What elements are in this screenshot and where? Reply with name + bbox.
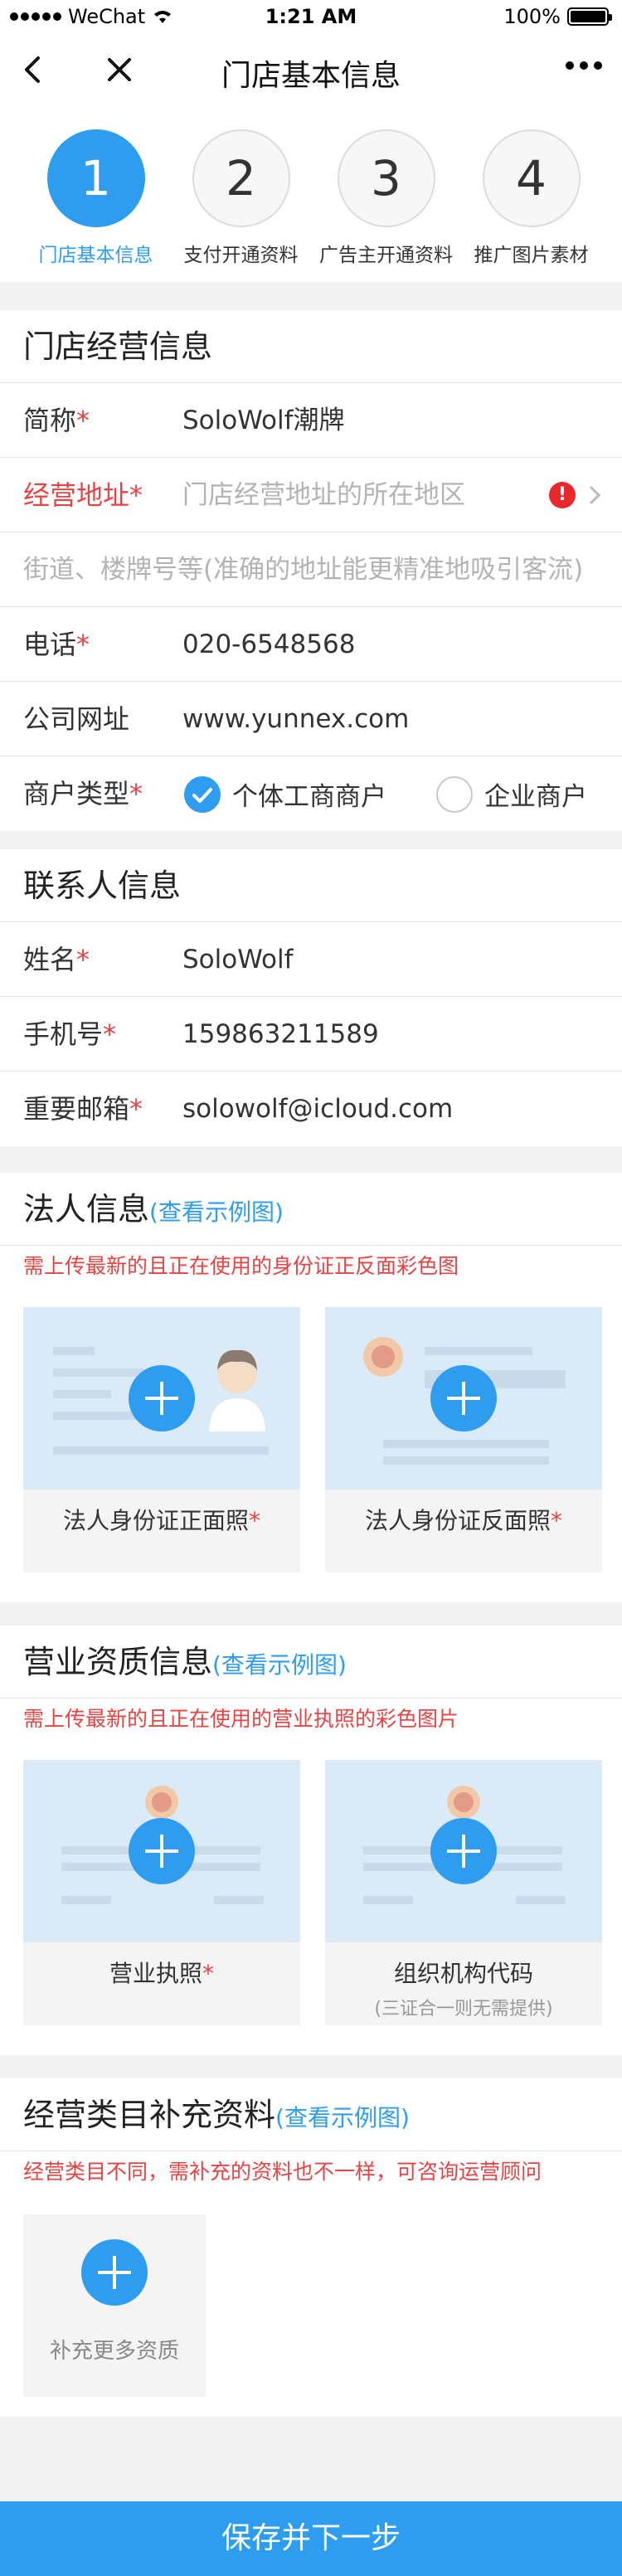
business-license-upload[interactable]: 营业执照* — [23, 1760, 300, 2025]
step-indicator: 1 门店基本信息 2 支付开通资料 3 广告主开通资料 4 推广图片素材 — [0, 106, 622, 282]
step-label: 门店基本信息 — [38, 245, 153, 266]
section-title: 经营类目补充资料(查看示例图) — [0, 2078, 622, 2151]
radio-individual[interactable]: 个体工商商户 — [184, 775, 386, 813]
add-icon[interactable] — [430, 1818, 497, 1884]
id-card-front-placeholder — [23, 1307, 300, 1490]
website-row[interactable]: 公司网址 www.yunnex.com — [0, 682, 622, 756]
license-placeholder — [23, 1760, 300, 1942]
step-1[interactable]: 1 门店基本信息 — [23, 129, 168, 267]
error-icon: ! — [549, 482, 576, 508]
step-label: 广告主开通资料 — [319, 245, 453, 266]
nav-bar: 门店基本信息 — [0, 33, 622, 106]
upload-hint: 需上传最新的且正在使用的身份证正反面彩色图 — [23, 1254, 459, 1278]
category-section: 经营类目补充资料(查看示例图) 经营类目不同，需补充的资料也不一样，可咨询运营顾… — [0, 2078, 622, 2417]
contact-section: 联系人信息 姓名* SoloWolf 手机号* 159863211589 重要邮… — [0, 849, 622, 1146]
store-info-section: 门店经营信息 简称* SoloWolf潮牌 经营地址* 门店经营地址的所在地区 … — [0, 310, 622, 831]
battery-icon — [567, 7, 612, 26]
upload-label: 法人身份证正面照* — [62, 1507, 260, 1534]
radio-checked-icon — [184, 775, 221, 813]
field-label: 电话* — [23, 629, 90, 660]
step-number: 4 — [482, 129, 581, 227]
example-link[interactable]: (查看示例图) — [212, 1651, 347, 1679]
step-3[interactable]: 3 广告主开通资料 — [313, 129, 459, 267]
section-title: 营业资质信息(查看示例图) — [0, 1626, 622, 1699]
upload-label: 营业执照* — [109, 1960, 214, 1987]
add-icon[interactable] — [430, 1365, 497, 1431]
upload-label: 法人身份证反面照* — [364, 1507, 562, 1534]
upload-label: 组织机构代码 (三证合一则无需提供) — [325, 1942, 602, 2025]
example-link[interactable]: (查看示例图) — [275, 2104, 410, 2131]
step-2[interactable]: 2 支付开通资料 — [168, 129, 313, 267]
radio-unchecked-icon — [436, 775, 473, 813]
address-select[interactable]: 门店经营地址的所在地区 — [182, 458, 465, 532]
phone-row[interactable]: 电话* 020-6548568 — [0, 607, 622, 682]
email-input[interactable]: solowolf@icloud.com — [182, 1072, 453, 1146]
legal-person-section: 法人信息(查看示例图) 需上传最新的且正在使用的身份证正反面彩色图 法人身份证正… — [0, 1173, 622, 1602]
emblem-icon — [447, 1786, 480, 1819]
short-name-input[interactable]: SoloWolf潮牌 — [182, 383, 345, 458]
field-label: 经营地址* — [23, 479, 143, 511]
radio-enterprise[interactable]: 企业商户 — [436, 775, 587, 813]
short-name-row[interactable]: 简称* SoloWolf潮牌 — [0, 383, 622, 458]
address-row[interactable]: 经营地址* 门店经营地址的所在地区 ! — [0, 458, 622, 532]
section-title: 门店经营信息 — [0, 310, 622, 383]
id-back-upload[interactable]: 法人身份证反面照* — [325, 1307, 602, 1572]
org-code-upload[interactable]: 组织机构代码 (三证合一则无需提供) — [325, 1760, 602, 2025]
upload-hint: 需上传最新的且正在使用的营业执照的彩色图片 — [23, 1707, 459, 1731]
street-input[interactable]: 街道、楼牌号等(准确的地址能更精准地吸引客流) — [23, 532, 583, 607]
merchant-type-row: 商户类型* 个体工商商户 企业商户 — [0, 756, 622, 831]
save-next-button[interactable]: 保存并下一步 — [0, 2501, 622, 2576]
add-icon[interactable] — [129, 1818, 195, 1884]
page-title: 门店基本信息 — [221, 59, 401, 93]
id-card-back-placeholder — [325, 1307, 602, 1490]
street-row[interactable]: 街道、楼牌号等(准确的地址能更精准地吸引客流) — [0, 532, 622, 607]
field-label: 简称* — [23, 405, 90, 436]
field-label: 公司网址 — [23, 703, 130, 735]
radio-label: 个体工商商户 — [232, 782, 386, 812]
field-label: 手机号* — [23, 1018, 117, 1050]
org-code-note: (三证合一则无需提供) — [374, 1999, 553, 2019]
section-title: 联系人信息 — [0, 849, 622, 922]
add-qualification-label: 补充更多资质 — [49, 2339, 179, 2364]
emblem-icon — [145, 1786, 178, 1819]
step-label: 推广图片素材 — [474, 245, 589, 266]
name-input[interactable]: SoloWolf — [182, 922, 294, 997]
more-icon[interactable] — [566, 61, 602, 70]
upload-hint: 经营类目不同，需补充的资料也不一样，可咨询运营顾问 — [23, 2160, 542, 2184]
add-icon — [81, 2239, 148, 2306]
id-front-upload[interactable]: 法人身份证正面照* — [23, 1307, 300, 1572]
website-input[interactable]: www.yunnex.com — [182, 682, 409, 756]
status-bar: WeChat 1:21 AM 100% — [0, 0, 622, 33]
field-label: 重要邮箱* — [23, 1093, 143, 1125]
emblem-icon — [363, 1337, 403, 1377]
mobile-row[interactable]: 手机号* 159863211589 — [0, 997, 622, 1072]
field-label: 商户类型* — [23, 778, 143, 809]
field-label: 姓名* — [23, 944, 90, 975]
step-4[interactable]: 4 推广图片素材 — [459, 129, 604, 267]
email-row[interactable]: 重要邮箱* solowolf@icloud.com — [0, 1072, 622, 1146]
mobile-input[interactable]: 159863211589 — [182, 997, 379, 1072]
step-number: 3 — [337, 129, 435, 227]
step-number: 1 — [46, 129, 145, 227]
step-number: 2 — [192, 129, 290, 227]
phone-input[interactable]: 020-6548568 — [182, 607, 355, 682]
step-label: 支付开通资料 — [183, 245, 299, 266]
name-row[interactable]: 姓名* SoloWolf — [0, 922, 622, 997]
battery-percent: 100% — [503, 5, 561, 28]
add-icon[interactable] — [129, 1365, 195, 1431]
chevron-right-icon — [589, 485, 601, 505]
section-title: 法人信息(查看示例图) — [0, 1173, 622, 1246]
status-right: 100% — [503, 5, 612, 28]
example-link[interactable]: (查看示例图) — [149, 1198, 284, 1226]
portrait-icon — [209, 1349, 265, 1431]
org-code-label: 组织机构代码 — [393, 1960, 533, 1987]
radio-label: 企业商户 — [484, 782, 587, 812]
org-code-placeholder — [325, 1760, 602, 1942]
business-license-section: 营业资质信息(查看示例图) 需上传最新的且正在使用的营业执照的彩色图片 营业执照… — [0, 1626, 622, 2055]
add-qualification-button[interactable]: 补充更多资质 — [23, 2214, 206, 2397]
